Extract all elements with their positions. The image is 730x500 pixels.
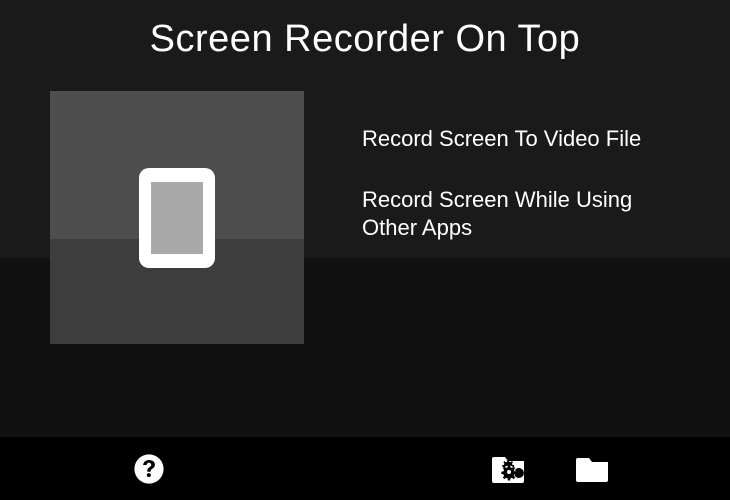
feature-item: Record Screen To Video File: [362, 125, 680, 154]
settings-folder-icon: [492, 454, 526, 484]
help-button[interactable]: [132, 452, 166, 486]
folder-button[interactable]: [576, 452, 610, 486]
folder-icon: [576, 454, 610, 484]
settings-button[interactable]: [492, 452, 526, 486]
bottom-bar-left: [132, 452, 166, 486]
preview-pane: [50, 91, 304, 344]
feature-item: Record Screen While Using Other Apps: [362, 186, 680, 243]
bottom-bar: [0, 437, 730, 500]
page-title: Screen Recorder On Top: [0, 18, 730, 61]
header: Screen Recorder On Top: [0, 0, 730, 61]
tablet-icon: [139, 168, 215, 268]
app-root: Screen Recorder On Top Record Screen To …: [0, 0, 730, 500]
help-icon: [133, 453, 165, 485]
bottom-bar-right: [492, 452, 610, 486]
